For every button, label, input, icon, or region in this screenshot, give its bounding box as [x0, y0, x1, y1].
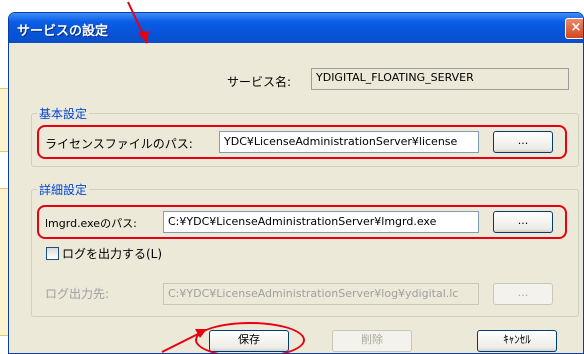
basic-settings-title: 基本設定: [37, 105, 90, 122]
log-destination-input: C:¥YDC¥LicenseAdministrationServer¥log¥y…: [163, 283, 479, 305]
save-button-highlight: [195, 322, 305, 353]
window-title: サービスの設定: [17, 24, 109, 39]
log-destination-label: ログ出力先:: [45, 287, 110, 301]
dialog-body: サービス名: YDIGITAL_FLOATING_SERVER 基本設定 ライセ…: [9, 43, 583, 353]
service-settings-dialog: サービスの設定 × サービス名: YDIGITAL_FLOATING_SERVE…: [8, 12, 584, 354]
license-path-highlight: [37, 125, 567, 159]
detail-settings-title: 詳細設定: [37, 181, 90, 198]
log-destination-browse-button: ...: [493, 283, 553, 305]
log-output-checkbox-label[interactable]: ログを出力する(L): [62, 245, 162, 262]
title-bar: サービスの設定 ×: [9, 13, 583, 43]
cancel-button[interactable]: ｷｬﾝｾﾙ: [477, 330, 557, 352]
log-output-checkbox[interactable]: [46, 247, 59, 260]
service-name-label: サービス名:: [227, 75, 292, 89]
service-name-field: YDIGITAL_FLOATING_SERVER: [311, 68, 569, 90]
delete-button: 削除: [332, 330, 412, 352]
lmgrd-path-highlight: [37, 205, 567, 239]
close-icon[interactable]: ×: [565, 18, 583, 39]
